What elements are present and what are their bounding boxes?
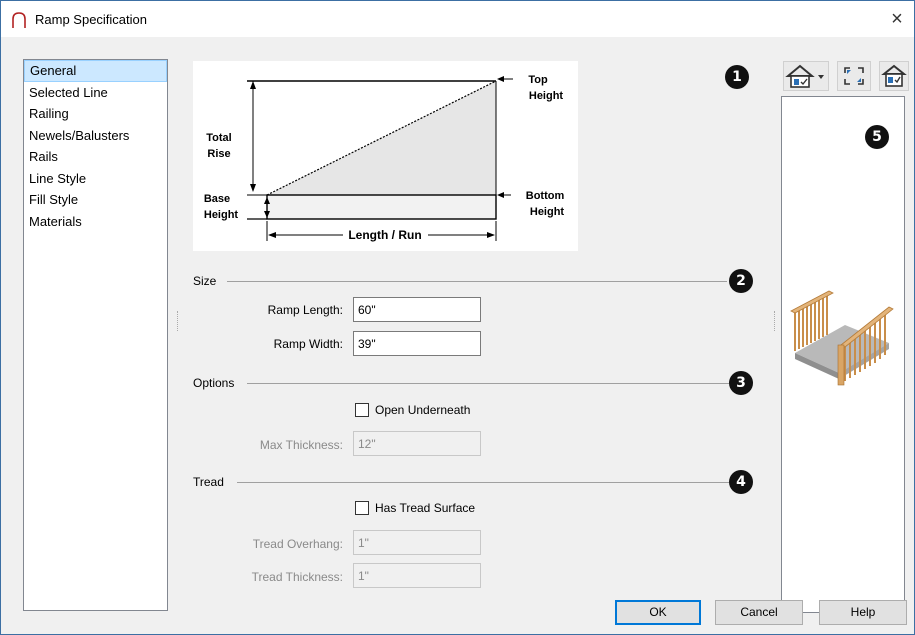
options-section-heading: Options	[193, 376, 235, 390]
total-rise-label-2: Rise	[207, 148, 230, 160]
preview-pane[interactable]: 5	[781, 96, 905, 613]
left-splitter[interactable]	[177, 311, 179, 331]
tread-overhang-input[interactable]	[353, 530, 481, 555]
ramp-width-label: Ramp Width:	[273, 337, 343, 351]
callout-badge-3: 3	[729, 371, 753, 395]
bottom-height-label-2: Height	[530, 206, 565, 218]
ramp-specification-dialog: Ramp Specification × General Selected Li…	[0, 0, 915, 635]
size-divider	[227, 281, 727, 282]
tread-thickness-label: Tread Thickness:	[251, 570, 343, 584]
has-tread-surface-checkbox[interactable]	[355, 501, 369, 515]
base-height-label-1: Base	[204, 193, 230, 205]
ramp-length-input[interactable]	[353, 297, 481, 322]
callout-badge-1: 1	[725, 65, 749, 89]
cancel-button[interactable]: Cancel	[715, 600, 803, 625]
base-height-label-2: Height	[204, 209, 239, 221]
open-underneath-label[interactable]: Open Underneath	[375, 403, 470, 417]
sidebar-item-rails[interactable]: Rails	[24, 146, 167, 168]
sidebar-item-fill-style[interactable]: Fill Style	[24, 189, 167, 211]
preview-toggle-icon	[881, 64, 907, 87]
callout-badge-4: 4	[729, 470, 753, 494]
sidebar-item-railing[interactable]: Railing	[24, 103, 167, 125]
fill-window-button[interactable]	[837, 61, 871, 91]
callout-badge-2: 2	[729, 269, 753, 293]
ramp-diagram: Length / Run Top Height Bottom Height To…	[193, 61, 578, 251]
sidebar-item-materials[interactable]: Materials	[24, 211, 167, 233]
bottom-height-label-1: Bottom	[526, 190, 565, 202]
camera-view-dropdown-button[interactable]	[783, 61, 829, 91]
close-button[interactable]: ×	[884, 7, 910, 31]
ramp-width-input[interactable]	[353, 331, 481, 356]
has-tread-surface-label[interactable]: Has Tread Surface	[375, 501, 475, 515]
total-rise-label-1: Total	[206, 132, 231, 144]
title-bar[interactable]: Ramp Specification ×	[1, 1, 914, 37]
open-underneath-checkbox[interactable]	[355, 403, 369, 417]
length-run-label: Length / Run	[348, 228, 421, 242]
window-title: Ramp Specification	[35, 12, 147, 27]
tread-overhang-label: Tread Overhang:	[252, 537, 343, 551]
camera-view-dropdown-icon	[785, 64, 824, 88]
size-section-heading: Size	[193, 274, 217, 288]
help-button[interactable]: Help	[819, 600, 907, 625]
fill-window-icon	[844, 67, 864, 85]
right-splitter[interactable]	[774, 311, 776, 331]
sidebar-item-selected-line[interactable]: Selected Line	[24, 82, 167, 104]
sidebar-item-general[interactable]: General	[24, 60, 167, 82]
max-thickness-input[interactable]	[353, 431, 481, 456]
ramp-3d-preview	[790, 290, 894, 386]
tread-thickness-input[interactable]	[353, 563, 481, 588]
ok-button[interactable]: OK	[615, 600, 701, 625]
tread-divider	[237, 482, 729, 483]
preview-toggle-button[interactable]	[879, 61, 909, 91]
arch-icon	[12, 12, 26, 28]
tread-section-heading: Tread	[193, 475, 224, 489]
max-thickness-label: Max Thickness:	[259, 438, 343, 452]
category-list[interactable]: General Selected Line Railing Newels/Bal…	[23, 59, 168, 611]
sidebar-item-line-style[interactable]: Line Style	[24, 168, 167, 190]
top-height-label-1: Top	[528, 74, 548, 86]
options-divider	[247, 383, 729, 384]
callout-badge-5: 5	[865, 125, 889, 149]
ramp-length-label: Ramp Length:	[267, 303, 343, 317]
sidebar-item-newels-balusters[interactable]: Newels/Balusters	[24, 125, 167, 147]
top-height-label-2: Height	[529, 90, 564, 102]
